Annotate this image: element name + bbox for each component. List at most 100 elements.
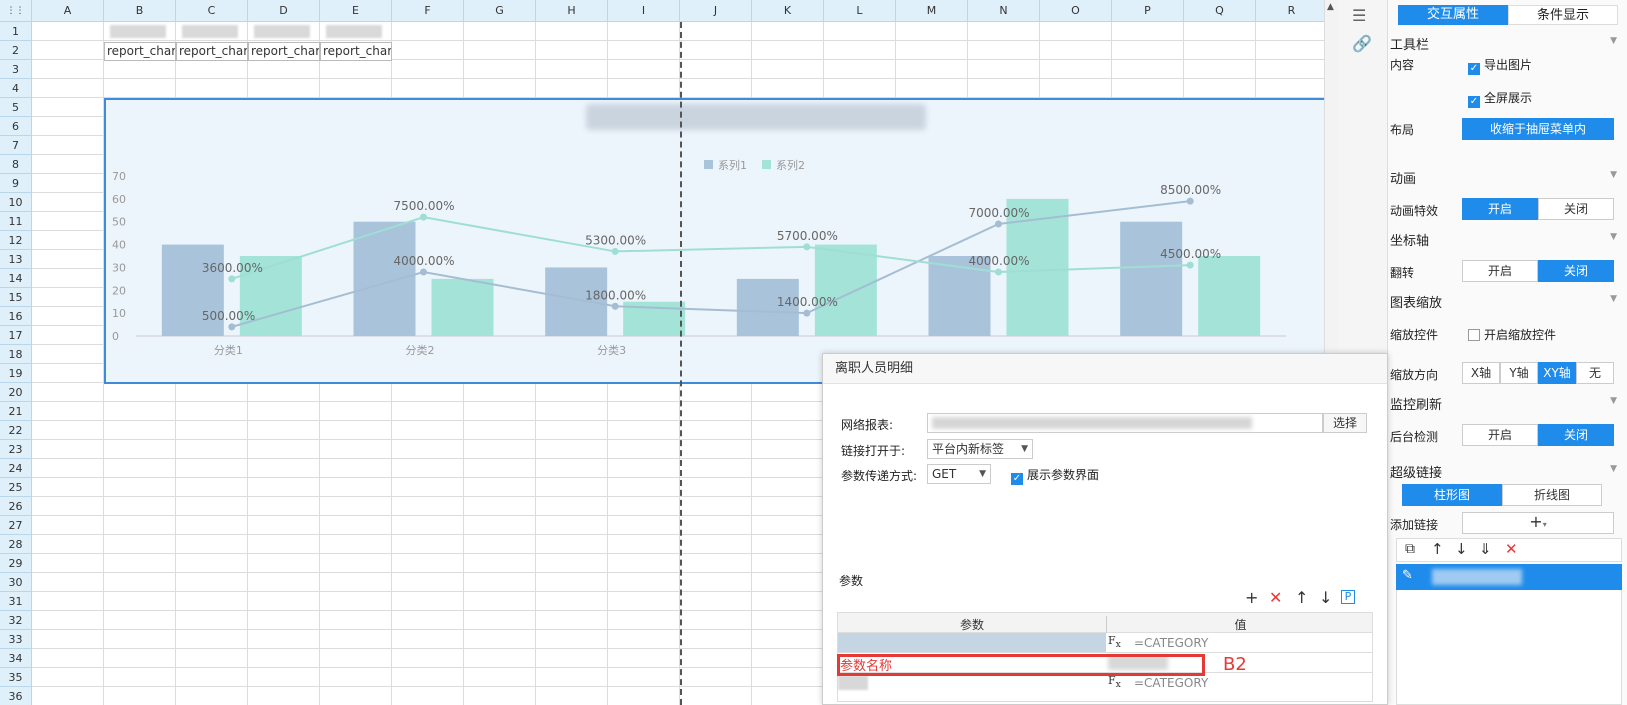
column-header[interactable]: Q xyxy=(1184,0,1256,22)
section-zoom[interactable]: 图表缩放 ▼ xyxy=(1388,292,1627,311)
column-header[interactable]: N xyxy=(968,0,1040,22)
row-header[interactable]: 17 xyxy=(0,326,32,345)
chart-container[interactable]: 系列1 系列2 70 60 50 40 30 20 10 0 分类1 分类2 分类3 500.00% 400… xyxy=(104,98,1324,384)
row-header[interactable]: 20 xyxy=(0,383,32,402)
row-header[interactable]: 24 xyxy=(0,459,32,478)
column-header[interactable]: L xyxy=(824,0,896,22)
param-value[interactable]: =CATEGORY xyxy=(1134,676,1208,690)
section-hyperlink[interactable]: 超级链接 ▼ xyxy=(1388,462,1627,481)
column-header[interactable]: K xyxy=(752,0,824,22)
column-header[interactable]: D xyxy=(248,0,320,22)
formula-icon[interactable]: Fx xyxy=(1108,634,1121,650)
arrow-down-icon[interactable]: ↓ xyxy=(1319,588,1332,607)
row-header[interactable]: 11 xyxy=(0,212,32,231)
row-header[interactable]: 9 xyxy=(0,174,32,193)
section-axis[interactable]: 坐标轴 ▼ xyxy=(1388,230,1627,249)
row-header[interactable]: 34 xyxy=(0,649,32,668)
row-header[interactable]: 32 xyxy=(0,611,32,630)
param-value[interactable]: =CATEGORY xyxy=(1134,636,1208,650)
row-header[interactable]: 33 xyxy=(0,630,32,649)
properties-icon[interactable]: ☰ xyxy=(1352,6,1366,25)
monitor-off-button[interactable]: 关闭 xyxy=(1538,424,1614,446)
row-header[interactable]: 21 xyxy=(0,402,32,421)
report-chart-cell[interactable]: report_char xyxy=(320,42,392,61)
section-monitor[interactable]: 监控刷新 ▼ xyxy=(1388,394,1627,413)
column-header[interactable]: G xyxy=(464,0,536,22)
row-header[interactable]: 3 xyxy=(0,60,32,79)
add-icon[interactable]: + xyxy=(1245,588,1258,607)
row-header[interactable]: 28 xyxy=(0,535,32,554)
tab-condition[interactable]: 条件显示 xyxy=(1508,5,1618,25)
column-header[interactable]: H xyxy=(536,0,608,22)
column-header[interactable]: C xyxy=(176,0,248,22)
row-header[interactable]: 5 xyxy=(0,98,32,117)
select-all-corner[interactable]: ⋮⋮ xyxy=(0,0,32,22)
row-header[interactable]: 27 xyxy=(0,516,32,535)
row-header[interactable]: 26 xyxy=(0,497,32,516)
row-header[interactable]: 31 xyxy=(0,592,32,611)
row-header[interactable]: 1 xyxy=(0,22,32,41)
web-report-input[interactable] xyxy=(927,413,1323,433)
row-header[interactable]: 22 xyxy=(0,421,32,440)
zoom-xy-button[interactable]: XY轴 xyxy=(1538,362,1576,384)
select-button[interactable]: 选择 xyxy=(1323,413,1367,433)
section-animation[interactable]: 动画 ▼ xyxy=(1388,168,1627,187)
link-icon[interactable]: 🔗 xyxy=(1352,34,1372,53)
table-row[interactable]: Fx =CATEGORY xyxy=(838,633,1372,653)
row-header[interactable]: 12 xyxy=(0,231,32,250)
column-header[interactable]: O xyxy=(1040,0,1112,22)
row-header[interactable]: 7 xyxy=(0,136,32,155)
row-header[interactable]: 10 xyxy=(0,193,32,212)
column-header[interactable]: P xyxy=(1112,0,1184,22)
arrow-down-icon[interactable]: ↓ xyxy=(1455,540,1468,558)
delete-icon[interactable]: ✕ xyxy=(1505,540,1518,558)
row-header[interactable]: 30 xyxy=(0,573,32,592)
link-list-item[interactable]: ✎ xyxy=(1396,564,1622,590)
row-header[interactable]: 18 xyxy=(0,345,32,364)
tab-bar-chart[interactable]: 柱形图 xyxy=(1402,484,1502,506)
monitor-on-button[interactable]: 开启 xyxy=(1462,424,1538,446)
report-chart-cell[interactable]: report_char xyxy=(248,42,320,61)
arrow-up-icon[interactable]: ↑ xyxy=(1431,540,1444,558)
column-header[interactable]: A xyxy=(32,0,104,22)
column-header[interactable]: R xyxy=(1256,0,1324,22)
param-p-icon[interactable]: P xyxy=(1341,590,1355,604)
delete-icon[interactable]: ✕ xyxy=(1269,588,1282,607)
arrow-up-icon[interactable]: ↑ xyxy=(1295,588,1308,607)
column-header[interactable]: J xyxy=(680,0,752,22)
row-header[interactable]: 8 xyxy=(0,155,32,174)
layout-select[interactable]: 收缩于抽屉菜单内 xyxy=(1462,118,1614,140)
scroll-up-arrow[interactable]: ▲ xyxy=(1327,2,1334,12)
add-link-button[interactable]: +▾ xyxy=(1462,512,1614,534)
report-chart-cell[interactable]: report_char xyxy=(176,42,248,61)
animation-on-button[interactable]: 开启 xyxy=(1462,198,1538,220)
column-header[interactable]: I xyxy=(608,0,680,22)
flip-off-button[interactable]: 关闭 xyxy=(1538,260,1614,282)
formula-icon[interactable]: Fx xyxy=(1108,674,1121,690)
edit-icon[interactable]: ✎ xyxy=(1402,568,1413,583)
row-header[interactable]: 29 xyxy=(0,554,32,573)
row-header[interactable]: 15 xyxy=(0,288,32,307)
enable-zoom-checkbox[interactable]: 开启缩放控件 xyxy=(1468,326,1556,343)
row-header[interactable]: 19 xyxy=(0,364,32,383)
row-header[interactable]: 16 xyxy=(0,307,32,326)
row-header[interactable]: 25 xyxy=(0,478,32,497)
column-header[interactable]: B xyxy=(104,0,176,22)
zoom-x-button[interactable]: X轴 xyxy=(1462,362,1500,384)
report-chart-cell[interactable]: report_char xyxy=(104,42,176,61)
zoom-y-button[interactable]: Y轴 xyxy=(1500,362,1538,384)
animation-off-button[interactable]: 关闭 xyxy=(1538,198,1614,220)
row-header[interactable]: 13 xyxy=(0,250,32,269)
column-header[interactable]: E xyxy=(320,0,392,22)
flip-on-button[interactable]: 开启 xyxy=(1462,260,1538,282)
zoom-none-button[interactable]: 无 xyxy=(1576,362,1614,384)
tab-line-chart[interactable]: 折线图 xyxy=(1502,484,1602,506)
copy-icon[interactable]: ⧉ xyxy=(1405,541,1415,557)
row-header[interactable]: 14 xyxy=(0,269,32,288)
row-header[interactable]: 23 xyxy=(0,440,32,459)
open-in-select[interactable]: 平台内新标签 ▼ xyxy=(927,439,1033,459)
row-header[interactable]: 2 xyxy=(0,41,32,60)
section-toolbar[interactable]: 工具栏 ▼ xyxy=(1388,34,1627,53)
row-header[interactable]: 6 xyxy=(0,117,32,136)
move-bottom-icon[interactable]: ⇓ xyxy=(1479,540,1492,558)
